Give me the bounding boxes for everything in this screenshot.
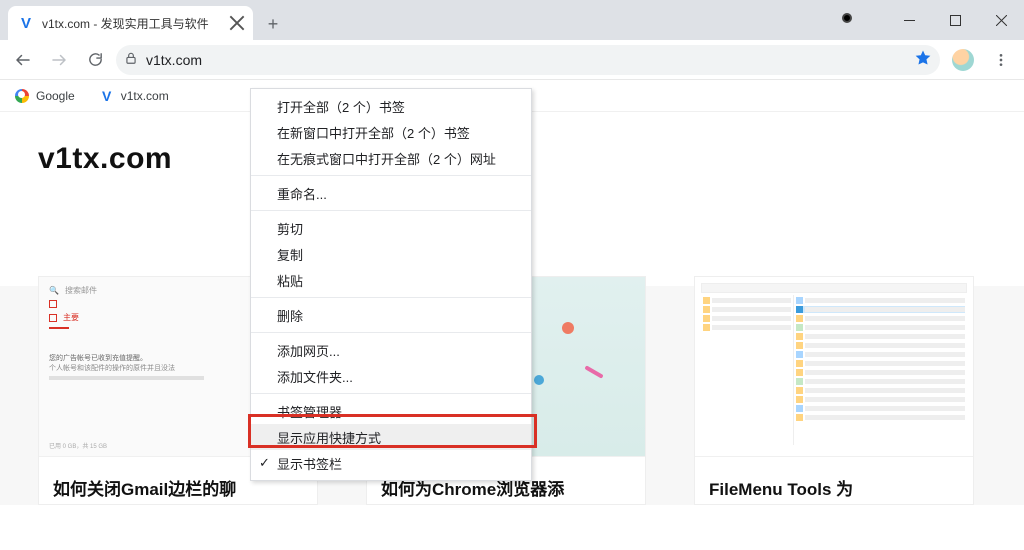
checkmark-icon: ✓ xyxy=(259,455,270,471)
window-minimize-button[interactable] xyxy=(886,0,932,40)
arrow-right-icon xyxy=(50,51,68,69)
tab-title: v1tx.com - 发现实用工具与软件 xyxy=(42,15,221,32)
context-menu-item[interactable]: 在无痕式窗口中打开全部（2 个）网址 xyxy=(251,145,531,171)
context-menu-separator xyxy=(251,297,531,298)
window-controls xyxy=(842,0,1024,40)
context-menu-item-label: 书签管理器 xyxy=(277,402,342,421)
window-titlebar: V v1tx.com - 发现实用工具与软件 + xyxy=(0,0,1024,40)
card-title: FileMenu Tools 为 xyxy=(695,457,973,504)
window-close-button[interactable] xyxy=(978,0,1024,40)
window-maximize-button[interactable] xyxy=(932,0,978,40)
account-indicator-icon[interactable] xyxy=(842,13,852,23)
context-menu-item[interactable]: 重命名... xyxy=(251,180,531,206)
browser-tab[interactable]: V v1tx.com - 发现实用工具与软件 xyxy=(8,6,253,40)
back-button[interactable] xyxy=(8,45,38,75)
new-tab-button[interactable]: + xyxy=(259,10,287,38)
context-menu-item[interactable]: 添加文件夹... xyxy=(251,363,531,389)
context-menu-separator xyxy=(251,393,531,394)
context-menu-item-label: 打开全部（2 个）书签 xyxy=(277,97,405,116)
context-menu-item-label: 显示应用快捷方式 xyxy=(277,428,381,447)
context-menu-separator xyxy=(251,332,531,333)
reload-icon xyxy=(87,51,104,68)
context-menu-item[interactable]: 打开全部（2 个）书签 xyxy=(251,93,531,119)
search-icon: 🔍 xyxy=(49,286,59,295)
context-menu-separator xyxy=(251,175,531,176)
context-menu-item[interactable]: 删除 xyxy=(251,302,531,328)
forward-button[interactable] xyxy=(44,45,74,75)
bookmark-label: Google xyxy=(36,89,75,103)
context-menu-item[interactable]: 添加网页... xyxy=(251,337,531,363)
bookmark-label: v1tx.com xyxy=(121,89,169,103)
context-menu-item-label: 在无痕式窗口中打开全部（2 个）网址 xyxy=(277,149,496,168)
maximize-icon xyxy=(950,15,961,26)
context-menu-item-label: 剪切 xyxy=(277,219,303,238)
context-menu-item[interactable]: 剪切 xyxy=(251,215,531,241)
context-menu-item[interactable]: 粘贴 xyxy=(251,267,531,293)
bookmark-item-google[interactable]: Google xyxy=(10,84,79,108)
lock-icon xyxy=(124,51,138,68)
star-filled-icon xyxy=(914,49,932,67)
address-bar[interactable]: v1tx.com xyxy=(116,45,940,75)
context-menu-item-label: 显示书签栏 xyxy=(277,454,342,473)
context-menu-item-label: 粘贴 xyxy=(277,271,303,290)
tab-close-button[interactable] xyxy=(229,15,245,31)
menu-button[interactable] xyxy=(986,45,1016,75)
address-bar-url: v1tx.com xyxy=(146,52,906,68)
context-menu-item[interactable]: 书签管理器 xyxy=(251,398,531,424)
reload-button[interactable] xyxy=(80,45,110,75)
context-menu-item-label: 复制 xyxy=(277,245,303,264)
browser-toolbar: v1tx.com xyxy=(0,40,1024,80)
context-menu-item-label: 删除 xyxy=(277,306,303,325)
context-menu-item[interactable]: ✓ 显示书签栏 xyxy=(251,450,531,476)
minimize-icon xyxy=(904,15,915,26)
bookmark-star-button[interactable] xyxy=(914,49,932,70)
context-menu-item[interactable]: 复制 xyxy=(251,241,531,267)
context-menu-item-label: 在新窗口中打开全部（2 个）书签 xyxy=(277,123,470,142)
context-menu-separator xyxy=(251,210,531,211)
profile-avatar[interactable] xyxy=(952,49,974,71)
context-menu-item-label: 添加文件夹... xyxy=(277,367,353,386)
article-card[interactable]: FileMenu Tools 为 xyxy=(694,276,974,505)
kebab-icon xyxy=(993,52,1009,68)
arrow-left-icon xyxy=(14,51,32,69)
close-icon xyxy=(229,15,245,31)
bookmark-item-v1tx[interactable]: V v1tx.com xyxy=(95,84,173,108)
card-thumbnail xyxy=(695,277,973,457)
close-icon xyxy=(996,15,1007,26)
context-menu: 打开全部（2 个）书签在新窗口中打开全部（2 个）书签在无痕式窗口中打开全部（2… xyxy=(250,88,532,481)
context-menu-item-label: 添加网页... xyxy=(277,341,340,360)
context-menu-item[interactable]: 显示应用快捷方式 xyxy=(251,424,531,450)
context-menu-item[interactable]: 在新窗口中打开全部（2 个）书签 xyxy=(251,119,531,145)
v1tx-icon: V xyxy=(99,88,115,104)
google-icon xyxy=(14,88,30,104)
tab-favicon: V xyxy=(18,15,34,31)
context-menu-item-label: 重命名... xyxy=(277,184,327,203)
